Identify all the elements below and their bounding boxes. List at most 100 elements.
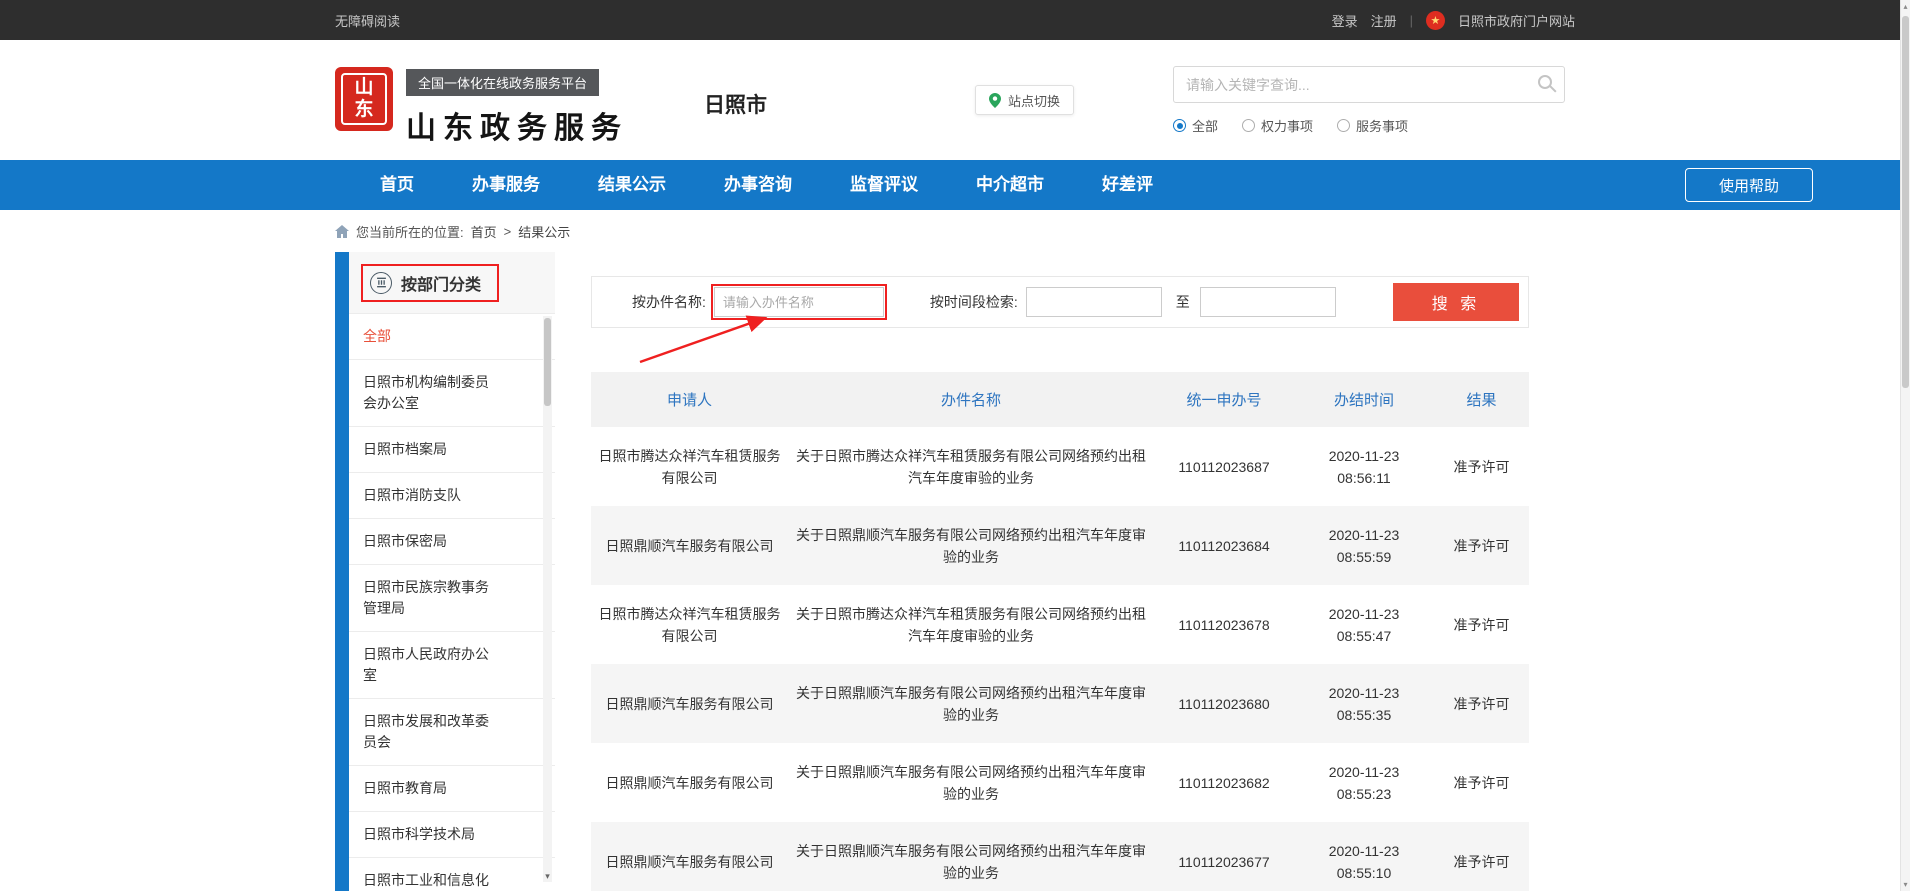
radio-icon <box>1337 119 1350 132</box>
to-label: 至 <box>1176 292 1190 312</box>
cell-item: 关于日照鼎顺汽车服务有限公司网络预约出租汽车年度审验的业务 <box>788 822 1154 891</box>
time-to-input[interactable] <box>1200 287 1336 317</box>
cell-applicant: 日照市腾达众祥汽车租赁服务有限公司 <box>591 427 788 506</box>
sidebar-item[interactable]: 日照市档案局 <box>349 427 555 473</box>
cell-apply-no: 110112023677 <box>1154 822 1294 891</box>
sidebar-header: 按部门分类 <box>349 252 555 314</box>
finish-clock: 08:55:47 <box>1300 625 1428 647</box>
sidebar-item[interactable]: 日照市保密局 <box>349 519 555 565</box>
site-logo: 山 东 全国一体化在线政务服务平台 山东政务服务 <box>335 67 628 147</box>
sidebar-item[interactable]: 日照市教育局 <box>349 766 555 812</box>
results-table: 申请人 办件名称 统一申办号 办结时间 结果 日照市腾达众祥汽车租赁服务有限公司… <box>591 372 1529 891</box>
breadcrumb-separator: > <box>504 224 512 239</box>
portal-link[interactable]: 日照市政府门户网站 <box>1458 11 1575 30</box>
finish-date: 2020-11-23 <box>1300 524 1428 546</box>
scope-radio-service-items[interactable]: 服务事项 <box>1337 116 1408 135</box>
login-link[interactable]: 登录 <box>1332 11 1358 30</box>
sidebar-item-all[interactable]: 全部 <box>349 314 555 360</box>
department-list: 全部 日照市机构编制委员会办公室 日照市档案局 日照市消防支队 日照市保密局 日… <box>349 314 555 891</box>
cell-finish-time: 2020-11-2308:55:47 <box>1294 585 1434 664</box>
cell-finish-time: 2020-11-2308:55:10 <box>1294 822 1434 891</box>
table-row: 日照鼎顺汽车服务有限公司 关于日照鼎顺汽车服务有限公司网络预约出租汽车年度审验的… <box>591 822 1529 891</box>
seal-char-top: 山 <box>354 77 373 99</box>
table-row: 日照鼎顺汽车服务有限公司 关于日照鼎顺汽车服务有限公司网络预约出租汽车年度审验的… <box>591 664 1529 743</box>
scope-radio-power-items[interactable]: 权力事项 <box>1242 116 1313 135</box>
nav-item-home[interactable]: 首页 <box>351 160 443 210</box>
page-scrollbar[interactable]: ▴ ▾ <box>1900 0 1910 891</box>
nav-item-intermediary[interactable]: 中介超市 <box>947 160 1073 210</box>
cell-applicant: 日照鼎顺汽车服务有限公司 <box>591 664 788 743</box>
annotation-highlight-box: 按部门分类 <box>361 264 499 302</box>
sidebar-item[interactable]: 日照市民族宗教事务管理局 <box>349 565 555 632</box>
scroll-up-icon[interactable]: ▴ <box>1901 2 1910 11</box>
platform-badge: 全国一体化在线政务服务平台 <box>406 69 599 96</box>
finish-date: 2020-11-23 <box>1300 840 1428 862</box>
scope-radio-all[interactable]: 全部 <box>1173 116 1218 135</box>
main-nav: 首页 办事服务 结果公示 办事咨询 监督评议 中介超市 好差评 使用帮助 <box>0 160 1910 210</box>
cell-finish-time: 2020-11-2308:55:35 <box>1294 664 1434 743</box>
cell-finish-time: 2020-11-2308:55:59 <box>1294 506 1434 585</box>
cell-finish-time: 2020-11-2308:55:23 <box>1294 743 1434 822</box>
scope-label: 权力事项 <box>1261 116 1313 135</box>
finish-clock: 08:55:23 <box>1300 783 1428 805</box>
finish-clock: 08:56:11 <box>1300 467 1428 489</box>
cell-item: 关于日照市腾达众祥汽车租赁服务有限公司网络预约出租汽车年度审验的业务 <box>788 427 1154 506</box>
item-name-input[interactable] <box>714 287 884 317</box>
radio-icon <box>1242 119 1255 132</box>
site-title: 山东政务服务 <box>406 103 628 147</box>
nav-item-rating[interactable]: 好差评 <box>1073 160 1182 210</box>
sidebar-scrollbar-thumb[interactable] <box>544 318 551 406</box>
accessibility-link[interactable]: 无障碍阅读 <box>335 11 400 30</box>
sidebar-item[interactable]: 日照市消防支队 <box>349 473 555 519</box>
cell-result: 准予许可 <box>1434 822 1529 891</box>
col-item-name: 办件名称 <box>788 372 1154 427</box>
nav-item-results[interactable]: 结果公示 <box>569 160 695 210</box>
sidebar-item[interactable]: 日照市机构编制委员会办公室 <box>349 360 555 427</box>
sidebar-title: 按部门分类 <box>401 271 481 295</box>
scroll-down-icon[interactable]: ▾ <box>1901 880 1910 889</box>
sidebar-item[interactable]: 日照市发展和改革委员会 <box>349 699 555 766</box>
cell-apply-no: 110112023678 <box>1154 585 1294 664</box>
breadcrumb-label: 您当前所在的位置: <box>356 222 464 241</box>
table-row: 日照鼎顺汽车服务有限公司 关于日照鼎顺汽车服务有限公司网络预约出租汽车年度审验的… <box>591 743 1529 822</box>
chevron-down-icon[interactable]: ▾ <box>545 871 550 881</box>
site-switch-button[interactable]: 站点切换 <box>975 85 1074 115</box>
sidebar-item[interactable]: 日照市人民政府办公室 <box>349 632 555 699</box>
sidebar-accent-strip <box>335 252 349 891</box>
cell-result: 准予许可 <box>1434 585 1529 664</box>
site-header: 山 东 全国一体化在线政务服务平台 山东政务服务 日照市 站点切换 全部 <box>0 40 1910 160</box>
nav-item-services[interactable]: 办事服务 <box>443 160 569 210</box>
search-icon[interactable] <box>1538 75 1552 89</box>
page-scrollbar-thumb[interactable] <box>1902 16 1909 388</box>
scope-label: 全部 <box>1192 116 1218 135</box>
cell-result: 准予许可 <box>1434 743 1529 822</box>
finish-date: 2020-11-23 <box>1300 761 1428 783</box>
name-filter-label: 按办件名称: <box>632 292 706 312</box>
national-emblem-icon: ★ <box>1426 11 1445 30</box>
cell-item: 关于日照鼎顺汽车服务有限公司网络预约出租汽车年度审验的业务 <box>788 664 1154 743</box>
help-button[interactable]: 使用帮助 <box>1685 168 1813 202</box>
city-name: 日照市 <box>704 89 767 119</box>
shandong-seal-icon: 山 东 <box>335 67 393 131</box>
nav-item-consult[interactable]: 办事咨询 <box>695 160 821 210</box>
cell-item: 关于日照市腾达众祥汽车租赁服务有限公司网络预约出租汽车年度审验的业务 <box>788 585 1154 664</box>
keyword-search-input[interactable] <box>1174 67 1564 102</box>
cell-item: 关于日照鼎顺汽车服务有限公司网络预约出租汽车年度审验的业务 <box>788 506 1154 585</box>
sidebar-item[interactable]: 日照市工业和信息化 <box>349 858 555 891</box>
register-link[interactable]: 注册 <box>1371 11 1397 30</box>
topbar-divider: | <box>1410 13 1413 28</box>
breadcrumb-current: 结果公示 <box>518 222 570 241</box>
sidebar-item[interactable]: 日照市科学技术局 <box>349 812 555 858</box>
search-button[interactable]: 搜 索 <box>1393 283 1519 321</box>
table-header-row: 申请人 办件名称 统一申办号 办结时间 结果 <box>591 372 1529 427</box>
cell-result: 准予许可 <box>1434 506 1529 585</box>
top-utility-bar: 无障碍阅读 登录 注册 | ★ 日照市政府门户网站 <box>0 0 1910 40</box>
nav-item-supervision[interactable]: 监督评议 <box>821 160 947 210</box>
breadcrumb-home-link[interactable]: 首页 <box>471 222 497 241</box>
sidebar-scrollbar[interactable]: ▾ <box>543 316 552 882</box>
site-switch-label: 站点切换 <box>1008 91 1060 110</box>
cell-apply-no: 110112023684 <box>1154 506 1294 585</box>
time-from-input[interactable] <box>1026 287 1162 317</box>
cell-applicant: 日照鼎顺汽车服务有限公司 <box>591 506 788 585</box>
cell-apply-no: 110112023682 <box>1154 743 1294 822</box>
